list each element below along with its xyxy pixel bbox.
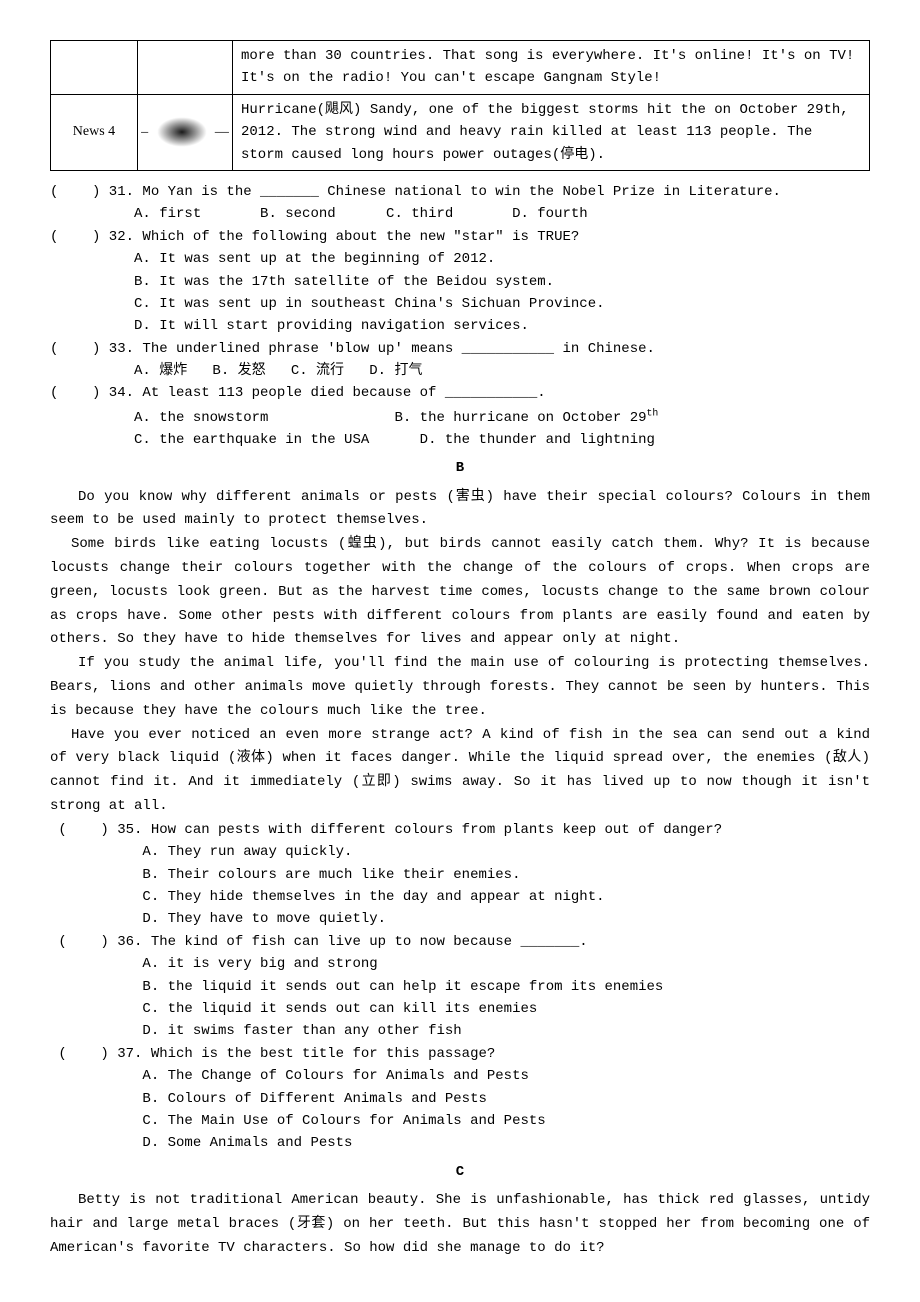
passage-b-p1: Do you know why different animals or pes… — [50, 486, 870, 534]
news-table: more than 30 countries. That song is eve… — [50, 40, 870, 171]
q35-opt-c: C. They hide themselves in the day and a… — [50, 889, 605, 905]
passage-b-p4: Have you ever noticed an even more stran… — [50, 724, 870, 819]
q35-opt-b: B. Their colours are much like their ene… — [50, 867, 520, 883]
news-row-4: News 4 – — Hurricane(飓风) Sandy, one of t… — [51, 94, 870, 170]
news-4-image-cell: – — — [138, 94, 233, 170]
dash-left-icon: – — [141, 125, 148, 140]
news-text-prev: more than 30 countries. That song is eve… — [233, 41, 870, 95]
section-heading-b: B — [50, 457, 870, 479]
q32-opt-d: D. It will start providing navigation se… — [50, 318, 529, 334]
news-label-empty — [51, 41, 138, 95]
q35-opt-a: A. They run away quickly. — [50, 844, 352, 860]
news-row-prev: more than 30 countries. That song is eve… — [51, 41, 870, 95]
questions-section-a: ( ) 31. Mo Yan is the _______ Chinese na… — [50, 181, 870, 451]
q34-sup: th — [647, 407, 659, 418]
dash-right-icon: — — [215, 125, 229, 140]
passage-c: Betty is not traditional American beauty… — [50, 1189, 870, 1260]
passage-c-p1: Betty is not traditional American beauty… — [50, 1189, 870, 1260]
q36-opt-a: A. it is very big and strong — [50, 956, 378, 972]
q31-stem: ( ) 31. Mo Yan is the _______ Chinese na… — [50, 184, 781, 200]
q34-stem: ( ) 34. At least 113 people died because… — [50, 385, 546, 401]
q37-opt-d: D. Some Animals and Pests — [50, 1135, 352, 1151]
q37-opt-a: A. The Change of Colours for Animals and… — [50, 1068, 529, 1084]
section-heading-c: C — [50, 1161, 870, 1183]
q32-opt-b: B. It was the 17th satellite of the Beid… — [50, 274, 554, 290]
q37-stem: ( ) 37. Which is the best title for this… — [50, 1046, 495, 1062]
q34-opt-ab: A. the snowstorm B. the hurricane on Oct… — [50, 410, 658, 426]
q37-opt-b: B. Colours of Different Animals and Pest… — [50, 1091, 487, 1107]
q35-opt-d: D. They have to move quietly. — [50, 911, 386, 927]
q36-opt-d: D. it swims faster than any other fish — [50, 1023, 462, 1039]
q36-stem: ( ) 36. The kind of fish can live up to … — [50, 934, 588, 950]
q33-stem: ( ) 33. The underlined phrase 'blow up' … — [50, 341, 655, 357]
q36-opt-c: C. the liquid it sends out can kill its … — [50, 1001, 537, 1017]
hurricane-image-icon — [157, 117, 207, 147]
q32-stem: ( ) 32. Which of the following about the… — [50, 229, 579, 245]
q34-opt-cd: C. the earthquake in the USA D. the thun… — [50, 432, 655, 448]
q32-opt-c: C. It was sent up in southeast China's S… — [50, 296, 605, 312]
news-4-label: News 4 — [51, 94, 138, 170]
passage-b: Do you know why different animals or pes… — [50, 486, 870, 819]
news-4-text: Hurricane(飓风) Sandy, one of the biggest … — [233, 94, 870, 170]
questions-section-b: ( ) 35. How can pests with different col… — [50, 819, 870, 1155]
q36-opt-b: B. the liquid it sends out can help it e… — [50, 979, 663, 995]
news-img-empty — [138, 41, 233, 95]
q32-opt-a: A. It was sent up at the beginning of 20… — [50, 251, 495, 267]
q37-opt-c: C. The Main Use of Colours for Animals a… — [50, 1113, 546, 1129]
passage-b-p3: If you study the animal life, you'll fin… — [50, 652, 870, 723]
passage-b-p2: Some birds like eating locusts (蝗虫), but… — [50, 533, 870, 652]
q33-options: A. 爆炸 B. 发怒 C. 流行 D. 打气 — [50, 363, 422, 379]
q35-stem: ( ) 35. How can pests with different col… — [50, 822, 722, 838]
q31-options: A. first B. second C. third D. fourth — [50, 206, 588, 222]
